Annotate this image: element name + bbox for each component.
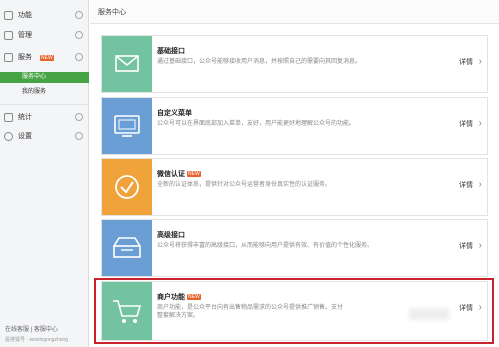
details-link[interactable]: 详情 [459,59,473,67]
details-link[interactable]: 详情 [459,121,473,129]
sidebar-item-label: 服务 [18,54,32,61]
sidebar-subitem-service-center[interactable]: 服务中心 [0,72,89,83]
sidebar-item-label: 设置 [18,133,32,140]
divider [0,104,89,105]
card-icon-box [102,220,152,276]
service-card-custom-menu[interactable]: 自定义菜单 公众号可以在界面底部加入菜单，友好，用户能更好地理解公众号的功能。 … [101,97,488,155]
sidebar-item-label: 功能 [18,12,32,19]
check-icon [115,175,139,199]
service-card-wechat-verification[interactable]: 微信认证 NEW 全新的认证体系，提供针对公众号运营者身份真实性的认证服务。 详情… [101,158,488,216]
chevron-right-icon[interactable]: › [479,119,482,129]
chevron-right-icon[interactable]: › [479,241,482,251]
tray-icon [113,237,141,258]
details-link[interactable]: 详情 [459,182,473,190]
page-title: 服务中心 [98,9,126,16]
expand-icon [75,31,83,39]
sidebar-subitem-label: 服务中心 [22,74,47,80]
sidebar-item-functions[interactable]: 功能 [0,8,89,24]
expand-icon [75,11,83,19]
sidebar-item-management[interactable]: 管理 [0,28,89,44]
monitor-icon [114,115,140,137]
card-icon-box [102,98,152,154]
sidebar-item-services[interactable]: 服务 NEW [0,50,89,66]
statistics-icon [4,113,13,122]
function-icon [4,11,13,20]
card-title: 基础接口 [157,48,185,55]
service-card-basic-interface[interactable]: 基础接口 通过基础接口，公众号能够接收用户消息，并按照自己的需要向其回复消息。 … [101,35,488,93]
card-description: 通过基础接口，公众号能够接收用户消息，并按照自己的需要向其回复消息。 [157,59,362,65]
gear-icon [4,132,13,141]
service-icon [4,53,13,62]
chevron-right-icon[interactable]: › [479,57,482,67]
footer-links[interactable]: 在线客服 | 客服中心 [5,327,58,334]
card-title: 自定义菜单 [157,110,192,117]
card-icon-box [102,159,152,215]
card-description: 全新的认证体系，提供针对公众号运营者身份真实性的认证服务。 [157,182,332,188]
details-link[interactable]: 详情 [459,243,473,251]
sidebar-subitem-my-services[interactable]: 我的服务 [0,87,89,98]
card-title-text: 微信认证 [157,171,185,178]
sidebar-item-label: 统计 [18,114,32,121]
expand-icon [75,53,83,61]
mail-icon [115,55,139,72]
service-card-advanced-interface[interactable]: 高级接口 公众号将获得丰富的高级接口，从而能够向用户提供有效、有价值的个性化服务… [101,219,488,277]
manage-icon [4,31,13,40]
card-description: 公众号将获得丰富的高级接口，从而能够向用户提供有效、有价值的个性化服务。 [157,243,374,249]
page-header: 服务中心 [90,0,499,24]
card-icon-box [102,36,152,92]
sidebar-item-statistics[interactable]: 统计 [0,110,89,126]
card-title: 微信认证 NEW [157,171,201,179]
highlight-box [94,278,494,344]
chevron-right-icon[interactable]: › [479,180,482,190]
sidebar: 功能 管理 服务 NEW 服务中心 我的服务 统计 设置 在线客服 | 客服中心… [0,0,89,347]
new-badge: NEW [187,171,201,177]
sidebar-item-label: 管理 [18,32,32,39]
sidebar-item-settings[interactable]: 设置 [0,129,89,145]
sidebar-subitem-label: 我的服务 [22,89,47,95]
card-description: 公众号可以在界面底部加入菜单，友好，用户能更好地理解公众号的功能。 [157,121,356,127]
expand-icon [75,113,83,121]
new-badge: NEW [40,55,54,61]
expand-icon [75,132,83,140]
watermark: 投搜狐号 · weixingongzhong [5,337,69,343]
card-title: 高级接口 [157,232,185,239]
